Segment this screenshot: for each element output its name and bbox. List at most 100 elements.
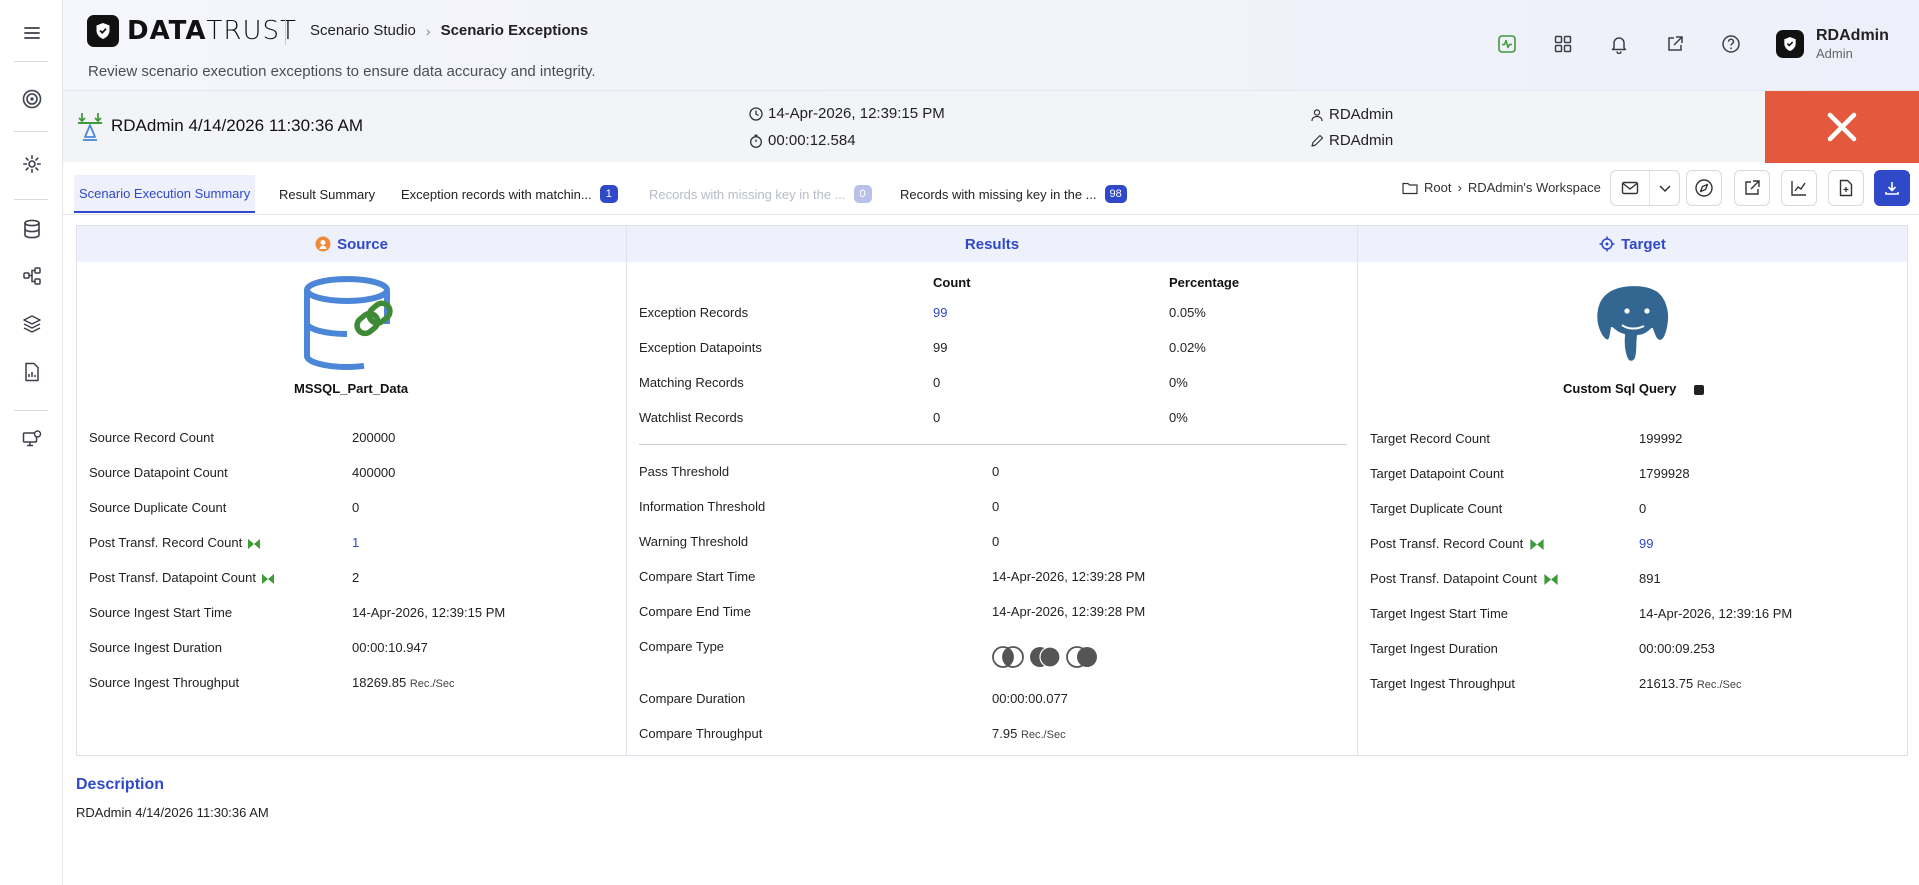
chevron-down-icon[interactable]	[1649, 171, 1679, 205]
database-link-icon	[304, 276, 400, 381]
exception-records-label: Exception Records	[639, 305, 749, 320]
email-split-button[interactable]	[1610, 170, 1680, 206]
description-title: Description	[76, 776, 165, 793]
target-post-transf-datapoint-count: 891	[1639, 571, 1661, 586]
workflow-icon[interactable]	[18, 262, 46, 290]
target-duplicate-count: 0	[1639, 501, 1647, 516]
tab-scenario-execution-summary[interactable]: Scenario Execution Summary	[74, 175, 256, 213]
watchlist-records-label: Watchlist Records	[639, 410, 744, 425]
chart-button[interactable]	[1781, 170, 1817, 206]
tab-missing-key-target[interactable]: Records with missing key in the ... 98	[900, 175, 1127, 213]
external-link-icon[interactable]	[1663, 32, 1687, 56]
source-duplicate-count: 0	[352, 500, 360, 515]
matching-records-count: 0	[933, 375, 941, 390]
database-icon[interactable]	[18, 215, 46, 243]
target-header: Target	[1358, 226, 1907, 262]
stopwatch-icon	[750, 134, 762, 148]
bell-icon[interactable]	[1607, 32, 1631, 56]
chevron-right-icon: ›	[425, 22, 431, 39]
pencil-icon	[1311, 134, 1324, 147]
source-datapoint-count: 400000	[352, 465, 396, 480]
source-record-count-label: Source Record Count	[89, 430, 215, 445]
export-file-button[interactable]	[1828, 170, 1864, 206]
watchlist-records-pct: 0%	[1169, 410, 1188, 425]
compare-throughput: 7.95 Rec./Sec	[992, 726, 1066, 741]
target-dataset-name: Custom Sql Query	[1563, 381, 1677, 396]
report-icon[interactable]	[18, 358, 46, 386]
source-ingest-throughput-label: Source Ingest Throughput	[89, 675, 240, 690]
percentage-column-header: Percentage	[1169, 275, 1240, 290]
breadcrumb-parent[interactable]: Scenario Studio	[310, 22, 416, 39]
compare-duration: 00:00:00.077	[992, 691, 1068, 706]
scenario-name: RDAdmin 4/14/2026 11:30:36 AM	[111, 116, 364, 135]
settings-icon[interactable]	[18, 150, 46, 178]
external-link-icon	[1745, 180, 1760, 195]
apps-grid-icon[interactable]	[1551, 32, 1575, 56]
target-icon[interactable]	[18, 85, 46, 113]
breadcrumb-current: Scenario Exceptions	[440, 22, 589, 39]
rail-divider	[14, 61, 48, 62]
compare-throughput-label: Compare Throughput	[639, 726, 763, 741]
target-ingest-throughput: 21613.75 Rec./Sec	[1639, 676, 1742, 691]
left-rail	[0, 0, 63, 885]
target-panel: Target Custom Sql Query Target Record Co…	[1358, 226, 1907, 755]
source-datapoint-count-label: Source Datapoint Count	[89, 465, 228, 480]
crosshair-icon	[1599, 236, 1615, 252]
user-menu[interactable]: RDAdmin Admin	[1776, 27, 1889, 61]
results-divider	[639, 444, 1347, 445]
source-post-transf-record-count-label: Post Transf. Record Count	[89, 535, 260, 550]
target-ingest-duration: 00:00:09.253	[1639, 641, 1715, 656]
target-post-transf-record-count-label: Post Transf. Record Count	[1370, 536, 1544, 551]
target-datapoint-count: 1799928	[1639, 466, 1690, 481]
menu-icon[interactable]	[18, 19, 46, 47]
monitor-settings-icon[interactable]	[18, 425, 46, 453]
user-role: Admin	[1816, 46, 1853, 61]
close-button[interactable]	[1765, 91, 1919, 163]
datatrust-logo[interactable]: DATATRUST	[87, 15, 297, 47]
compare-end-time: 14-Apr-2026, 12:39:28 PM	[992, 604, 1146, 619]
description-text: RDAdmin 4/14/2026 11:30:36 AM	[76, 805, 269, 820]
compare-duration-label: Compare Duration	[639, 691, 746, 706]
warning-threshold-label: Warning Threshold	[639, 534, 749, 549]
mail-icon[interactable]	[1611, 171, 1649, 205]
user-icon	[1311, 108, 1323, 121]
query-info-icon[interactable]	[1694, 385, 1704, 395]
layers-icon[interactable]	[18, 310, 46, 338]
source-ingest-duration: 00:00:10.947	[352, 640, 428, 655]
download-button[interactable]	[1874, 170, 1910, 206]
app-header: DATATRUST Scenario Studio › Scenario Exc…	[63, 0, 1919, 90]
tab-missing-key-source[interactable]: Records with missing key in the ... 0	[649, 175, 872, 213]
user-name: RDAdmin	[1816, 27, 1889, 44]
open-external-button[interactable]	[1734, 170, 1770, 206]
count-badge: 98	[1104, 185, 1127, 203]
transform-icon	[247, 538, 260, 549]
warning-threshold: 0	[992, 534, 1000, 549]
brand-wordmark: DATATRUST	[127, 16, 297, 46]
clock-icon	[749, 106, 763, 121]
activity-icon[interactable]	[1495, 32, 1519, 56]
source-ingest-start-time: 14-Apr-2026, 12:39:15 PM	[352, 605, 506, 620]
target-post-transf-record-count-link[interactable]: 99	[1639, 536, 1653, 551]
line-chart-icon	[1791, 181, 1806, 196]
source-duplicate-count-label: Source Duplicate Count	[89, 500, 227, 515]
source-ingest-throughput: 18269.85 Rec./Sec	[352, 675, 455, 690]
exception-datapoints-label: Exception Datapoints	[639, 340, 762, 355]
target-record-count-label: Target Record Count	[1370, 431, 1490, 446]
transform-icon	[1530, 539, 1544, 551]
compare-end-time-label: Compare End Time	[639, 604, 751, 619]
workspace-path[interactable]: Root › RDAdmin's Workspace	[1402, 180, 1601, 195]
target-ingest-duration-label: Target Ingest Duration	[1370, 641, 1498, 656]
compass-button[interactable]	[1686, 170, 1722, 206]
source-ingest-start-time-label: Source Ingest Start Time	[89, 605, 233, 620]
breadcrumb: Scenario Studio › Scenario Exceptions	[310, 22, 588, 39]
help-icon[interactable]	[1719, 32, 1743, 56]
count-badge: 0	[853, 185, 872, 203]
exception-records-count-link[interactable]: 99	[933, 305, 947, 320]
source-post-transf-record-count-link[interactable]: 1	[352, 535, 359, 550]
tab-exception-records[interactable]: Exception records with matchin... 1	[401, 175, 618, 213]
execution-summary-grid: Source MSSQL_Part_Data Source Record Cou…	[76, 225, 1908, 756]
target-post-transf-datapoint-count-label: Post Transf. Datapoint Count	[1370, 571, 1558, 586]
target-record-count: 199992	[1639, 431, 1683, 446]
tab-result-summary[interactable]: Result Summary	[279, 175, 375, 213]
count-badge: 1	[599, 185, 618, 203]
